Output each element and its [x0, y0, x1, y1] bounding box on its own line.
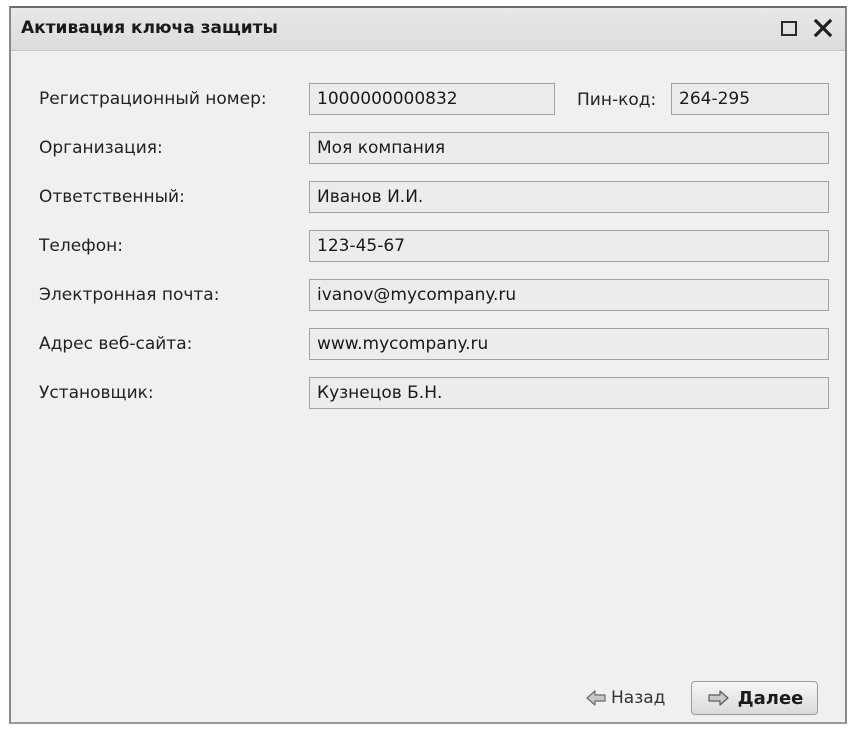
installer-field[interactable]: Кузнецов Б.Н.	[309, 377, 829, 409]
responsible-field[interactable]: Иванов И.И.	[309, 181, 829, 213]
phone-label: Телефон:	[39, 236, 123, 256]
close-icon[interactable]	[812, 16, 834, 40]
phone-field[interactable]: 123-45-67	[309, 230, 829, 262]
email-field[interactable]: ivanov@mycompany.ru	[309, 279, 829, 311]
back-button-label: Назад	[611, 688, 666, 708]
window-title: Активация ключа защиты	[21, 18, 278, 38]
reg-number-field[interactable]: 1000000000832	[309, 83, 555, 115]
responsible-label: Ответственный:	[39, 187, 185, 207]
next-button-label: Далее	[737, 687, 804, 709]
website-field[interactable]: www.mycompany.ru	[309, 328, 829, 360]
pin-field[interactable]: 264-295	[671, 83, 829, 115]
email-label: Электронная почта:	[39, 285, 220, 305]
pin-label: Пин-код:	[577, 90, 657, 110]
activation-dialog: Активация ключа защиты Регистрационный н…	[9, 6, 847, 724]
arrow-left-icon	[586, 690, 606, 706]
organization-label: Организация:	[39, 138, 163, 158]
back-button[interactable]: Назад	[585, 684, 665, 712]
reg-number-label: Регистрационный номер:	[39, 89, 267, 109]
installer-label: Установщик:	[39, 383, 154, 403]
website-label: Адрес веб-сайта:	[39, 334, 193, 354]
organization-field[interactable]: Моя компания	[309, 132, 829, 164]
maximize-icon[interactable]	[781, 21, 797, 36]
next-button[interactable]: Далее	[691, 681, 818, 715]
title-bar: Активация ключа защиты	[11, 8, 845, 51]
arrow-right-icon	[708, 690, 729, 706]
